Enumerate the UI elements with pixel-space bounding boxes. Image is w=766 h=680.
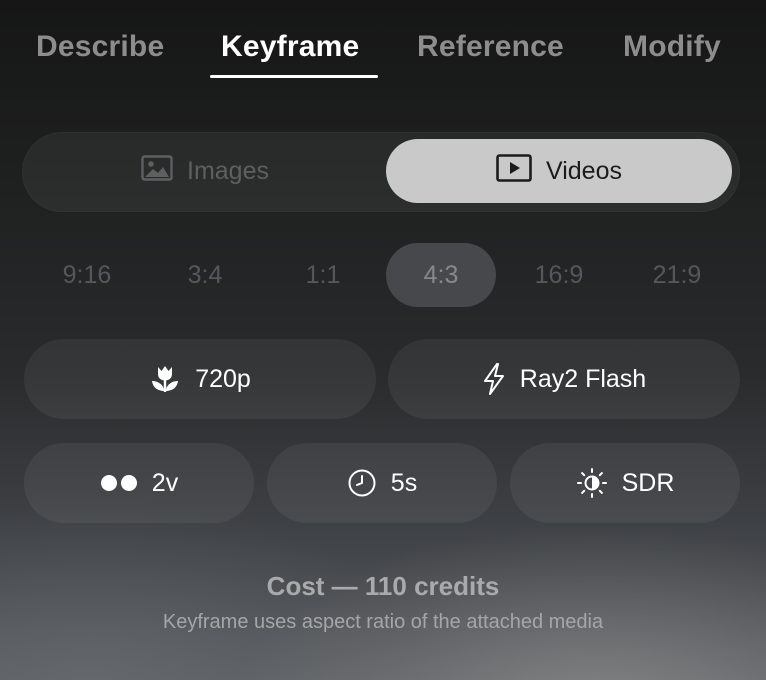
ratio-21-9[interactable]: 21:9 bbox=[622, 243, 732, 307]
active-tab-indicator bbox=[210, 75, 378, 78]
dynamic-range-button[interactable]: SDR bbox=[510, 443, 740, 523]
ratio-4-3[interactable]: 4:3 bbox=[386, 243, 496, 307]
cost-text: Cost — 110 credits bbox=[266, 571, 500, 601]
video-icon bbox=[496, 153, 532, 189]
ratio-16-9[interactable]: 16:9 bbox=[504, 243, 614, 307]
videos-label: Videos bbox=[546, 156, 622, 185]
images-option[interactable]: Images bbox=[28, 139, 382, 203]
model-label: Ray2 Flash bbox=[519, 364, 647, 393]
tulip-icon bbox=[149, 363, 181, 395]
image-icon bbox=[141, 154, 173, 188]
dynamic-range-label: SDR bbox=[621, 468, 675, 497]
ratio-3-4[interactable]: 3:4 bbox=[150, 243, 260, 307]
sun-icon bbox=[576, 467, 608, 499]
lightning-icon bbox=[482, 363, 506, 395]
variations-button[interactable]: 2v bbox=[24, 443, 254, 523]
tab-describe[interactable]: Describe bbox=[36, 30, 164, 64]
tab-reference[interactable]: Reference bbox=[417, 30, 564, 64]
mode-tabs: Describe Keyframe Reference Modify bbox=[0, 0, 766, 90]
ratio-9-16[interactable]: 9:16 bbox=[32, 243, 142, 307]
ratio-1-1[interactable]: 1:1 bbox=[268, 243, 378, 307]
media-type-toggle: Images Videos bbox=[22, 132, 740, 212]
duration-label: 5s bbox=[390, 468, 418, 497]
tab-modify[interactable]: Modify bbox=[623, 30, 721, 64]
duration-button[interactable]: 5s bbox=[267, 443, 497, 523]
tab-keyframe[interactable]: Keyframe bbox=[221, 30, 359, 64]
clock-icon bbox=[347, 468, 377, 498]
two-dots-icon bbox=[100, 474, 138, 492]
model-button[interactable]: Ray2 Flash bbox=[388, 339, 740, 419]
variations-label: 2v bbox=[151, 468, 179, 497]
videos-option[interactable]: Videos bbox=[386, 139, 732, 203]
resolution-button[interactable]: 720p bbox=[24, 339, 376, 419]
aspect-ratio-selector: 9:16 3:4 1:1 4:3 16:9 21:9 bbox=[28, 243, 736, 307]
aspect-ratio-note: Keyframe uses aspect ratio of the attach… bbox=[162, 611, 604, 633]
images-label: Images bbox=[187, 156, 269, 185]
resolution-label: 720p bbox=[195, 364, 251, 393]
